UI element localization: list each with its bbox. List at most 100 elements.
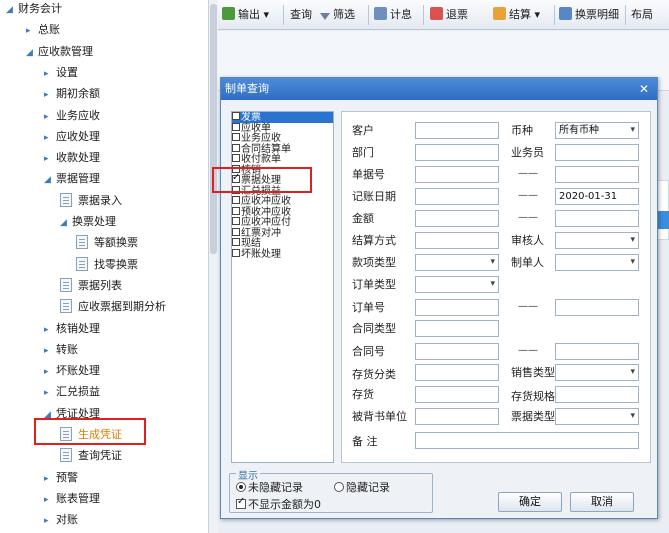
tree-item[interactable]: 找零换票 — [76, 255, 138, 275]
collapsed-arrow-icon[interactable]: ▸ — [44, 128, 56, 148]
collapsed-arrow-icon[interactable]: ▸ — [44, 341, 56, 361]
tree-item[interactable]: ▸ 总账 — [26, 20, 60, 40]
expanded-arrow-icon[interactable]: ◢ — [60, 213, 72, 233]
tree-scrollbar[interactable] — [208, 0, 218, 533]
checkbox-unchecked[interactable] — [232, 217, 240, 225]
inv-class-input[interactable] — [415, 364, 499, 381]
document-type-item[interactable]: 预收冲应收 — [232, 206, 333, 218]
settle-button[interactable]: 结算 ▾ — [493, 6, 540, 24]
checkbox-unchecked[interactable] — [232, 143, 240, 152]
checkbox-unchecked[interactable] — [232, 122, 240, 131]
collapsed-arrow-icon[interactable]: ▸ — [44, 490, 56, 510]
tree-item[interactable]: ◢ 财务会计 — [6, 0, 62, 19]
tree-item[interactable]: ▸ 汇兑损益 — [44, 382, 100, 402]
hide-zero-checkbox[interactable]: 不显示金额为0 — [236, 496, 321, 512]
tree-item[interactable]: ▸ 业务应收 — [44, 106, 100, 126]
ok-button[interactable]: 确定 — [498, 492, 562, 512]
collapsed-arrow-icon[interactable]: ▸ — [44, 149, 56, 169]
expanded-arrow-icon[interactable]: ◢ — [6, 0, 18, 20]
filter-button[interactable]: 筛选 — [320, 6, 355, 24]
document-type-item[interactable]: 现结 — [232, 238, 333, 249]
tree-item[interactable]: ◢ 换票处理 — [60, 212, 116, 232]
contract-type-input[interactable] — [415, 320, 499, 337]
collapsed-arrow-icon[interactable]: ▸ — [44, 320, 56, 340]
sales-type-select[interactable] — [555, 364, 639, 381]
contract-no-to-input[interactable] — [555, 343, 639, 360]
tree-item[interactable]: ▸ 设置 — [44, 63, 78, 83]
tree-item[interactable]: ▸ 对账 — [44, 510, 78, 530]
expanded-arrow-icon[interactable]: ◢ — [44, 170, 56, 190]
checkbox-unchecked[interactable] — [232, 154, 240, 162]
exchange-detail-button[interactable]: 换票明细 — [559, 6, 619, 24]
query-button[interactable]: 查询 — [290, 6, 312, 24]
collapsed-arrow-icon[interactable]: ▸ — [44, 511, 56, 531]
document-type-item[interactable]: 坏账处理 — [232, 248, 333, 260]
expanded-arrow-icon[interactable]: ◢ — [26, 43, 38, 63]
settle-method-input[interactable] — [415, 232, 499, 249]
inventory-input[interactable] — [415, 386, 499, 403]
tree-item[interactable]: ▸ 期初余额 — [44, 84, 100, 104]
layout-button[interactable]: 布局 — [631, 6, 653, 24]
export-button[interactable]: 输出 ▾ — [222, 6, 269, 24]
collapsed-arrow-icon[interactable]: ▸ — [44, 469, 56, 489]
checkbox-unchecked[interactable] — [232, 112, 240, 120]
bill-type-select[interactable] — [555, 408, 639, 425]
document-type-item[interactable]: 业务应收 — [232, 133, 333, 144]
checkbox-unchecked[interactable] — [232, 196, 240, 204]
currency-select[interactable]: 所有币种 — [555, 122, 639, 139]
document-type-item[interactable]: 应收冲应付 — [232, 217, 333, 228]
tree-scroll-thumb[interactable] — [210, 4, 217, 254]
document-type-item[interactable]: 收付款单 — [232, 154, 333, 165]
collapsed-arrow-icon[interactable]: ▸ — [44, 107, 56, 127]
amount-to-input[interactable] — [555, 210, 639, 227]
inv-spec-input[interactable] — [555, 386, 639, 403]
tree-item[interactable]: ▸ 转账 — [44, 340, 78, 360]
fund-type-select[interactable] — [415, 254, 499, 271]
document-type-item[interactable]: 合同结算单 — [232, 143, 333, 155]
tree-item[interactable]: 等额换票 — [76, 233, 138, 253]
collapsed-arrow-icon[interactable]: ▸ — [44, 85, 56, 105]
tree-item[interactable]: 应收票据到期分析 — [60, 297, 166, 317]
tree-item[interactable]: 查询凭证 — [60, 446, 122, 466]
collapsed-arrow-icon[interactable]: ▸ — [44, 383, 56, 403]
doc-no-from-input[interactable] — [415, 166, 499, 183]
customer-input[interactable] — [415, 122, 499, 139]
order-no-to-input[interactable] — [555, 299, 639, 316]
checkbox-unchecked[interactable] — [232, 238, 240, 246]
not-hidden-radio[interactable]: 未隐藏记录 — [236, 479, 303, 495]
tree-item[interactable]: ▸ 坏账处理 — [44, 361, 100, 381]
document-type-item[interactable]: 应收冲应收 — [232, 196, 333, 207]
auditor-select[interactable] — [555, 232, 639, 249]
tree-item[interactable]: ▸ 核销处理 — [44, 319, 100, 339]
tree-item[interactable]: ▸ 收款处理 — [44, 148, 100, 168]
hidden-radio[interactable]: 隐藏记录 — [334, 479, 390, 495]
checkbox-unchecked[interactable] — [232, 227, 240, 236]
tree-item[interactable]: 票据列表 — [60, 276, 122, 296]
tree-item[interactable]: ◢ 票据管理 — [44, 169, 100, 189]
date-to-input[interactable]: 2020-01-31 — [555, 188, 639, 205]
doc-no-to-input[interactable] — [555, 166, 639, 183]
collapsed-arrow-icon[interactable]: ▸ — [44, 362, 56, 382]
document-type-item[interactable]: 应收单 — [232, 122, 333, 134]
order-no-from-input[interactable] — [415, 299, 499, 316]
maker-select[interactable] — [555, 254, 639, 271]
close-icon[interactable]: ✕ — [637, 78, 651, 100]
salesman-input[interactable] — [555, 144, 639, 161]
tree-item[interactable]: ▸ 预警 — [44, 468, 78, 488]
document-type-item[interactable]: 发票 — [232, 112, 333, 123]
checkbox-unchecked[interactable] — [232, 133, 240, 141]
tree-item[interactable]: ▸ 账表管理 — [44, 489, 100, 509]
remark-input[interactable] — [415, 432, 639, 449]
cancel-button[interactable]: 取消 — [570, 492, 634, 512]
return-ticket-button[interactable]: 退票 — [430, 6, 468, 24]
document-type-item[interactable]: 红票对冲 — [232, 227, 333, 239]
contract-no-from-input[interactable] — [415, 343, 499, 360]
order-type-select[interactable] — [415, 276, 499, 293]
amount-from-input[interactable] — [415, 210, 499, 227]
checkbox-unchecked[interactable] — [232, 206, 240, 215]
tree-item[interactable]: 票据录入 — [60, 191, 122, 211]
date-from-input[interactable] — [415, 188, 499, 205]
checkbox-unchecked[interactable] — [232, 248, 240, 257]
interest-button[interactable]: 计息 — [374, 6, 412, 24]
tree-item[interactable]: ◢ 应收款管理 — [26, 42, 93, 62]
